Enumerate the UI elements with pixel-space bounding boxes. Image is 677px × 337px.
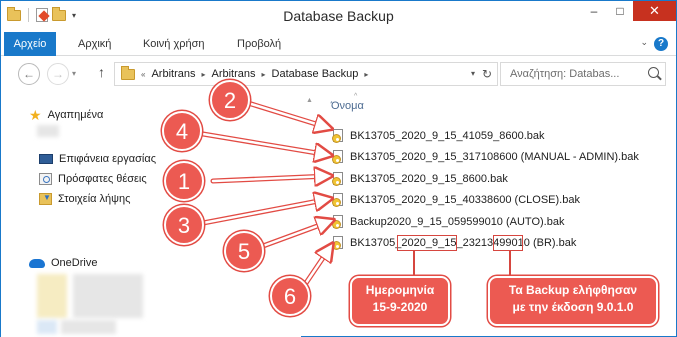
version-callout-line1: Τα Backup ελήφθησαν [508,283,638,297]
address-bar[interactable]: « Arbitrans ▸ Arbitrans ▸ Database Backu… [114,62,498,86]
address-history-icon[interactable]: ▾ [471,69,475,78]
step-badge-2: 2 [210,80,250,120]
step-badge-1: 1 [164,161,204,201]
backup-file-icon [331,172,345,186]
step-badge-6: 6 [270,276,310,316]
search-input[interactable]: Αναζήτηση: Databas... [500,62,666,86]
file-name: BK13705_2020_9_15_41059_8600.bak [350,130,545,142]
redacted-item [61,320,116,334]
back-button[interactable]: ← [18,63,40,85]
nav-desktop-label: Επιφάνεια εργασίας [59,153,157,165]
recent-locations-icon[interactable]: ▾ [72,69,76,78]
chevron-icon[interactable]: « [141,70,145,79]
tab-view[interactable]: Προβολή [237,32,281,56]
chevron-right-icon[interactable]: ▸ [262,70,266,79]
file-name: BK13705_2020_9_15_317108600 (MANUAL - AD… [350,151,639,163]
folder-icon [121,66,135,80]
explorer-window: ▾ Database Backup – □ ✕ Αρχείο Αρχική Κο… [0,0,677,337]
step-badge-3: 3 [164,205,204,245]
tab-home[interactable]: Αρχική [78,32,111,56]
window-title: Database Backup [283,8,394,24]
breadcrumb-item[interactable]: Database Backup [272,68,359,80]
minimize-button[interactable]: – [581,1,607,21]
sort-caret-icon: ^ [354,93,358,100]
forward-button[interactable]: → [47,63,69,85]
star-icon: ★ [29,107,42,123]
backup-file-icon [331,193,345,207]
nav-onedrive[interactable]: OneDrive [29,257,97,269]
desktop-icon [39,154,53,164]
date-callout-line1: Ημερομηνία [365,283,435,297]
file-row[interactable]: Backup2020_9_15_059599010 (AUTO).bak [331,213,564,231]
nav-desktop[interactable]: Επιφάνεια εργασίας [39,153,156,165]
close-button[interactable]: ✕ [633,1,676,21]
date-connector [413,251,415,276]
nav-recent-label: Πρόσφατες θέσεις [58,173,147,185]
backup-file-icon [331,129,345,143]
redacted-item [37,125,59,137]
title-bar: ▾ Database Backup – □ ✕ [1,1,676,32]
tab-share[interactable]: Κοινή χρήση [143,32,205,56]
date-callout-line2: 15-9-2020 [372,300,428,314]
version-highlight [493,235,523,251]
redacted-item [37,274,67,318]
chevron-right-icon[interactable]: ▸ [201,70,205,79]
nav-downloads[interactable]: Στοιχεία λήψης [39,193,130,205]
breadcrumb: « Arbitrans ▸ Arbitrans ▸ Database Backu… [141,68,374,80]
file-row[interactable]: BK13705_2020_9_15_41059_8600.bak [331,127,545,145]
navigation-pane: ★ Αγαπημένα Επιφάνεια εργασίας Πρόσφατες… [1,92,301,337]
nav-downloads-label: Στοιχεία λήψης [58,193,131,205]
downloads-icon [39,193,52,205]
date-highlight [397,235,457,251]
search-placeholder: Αναζήτηση: Databas... [510,68,620,80]
up-icon[interactable]: ↑ [98,64,105,80]
nav-favorites[interactable]: ★ Αγαπημένα [29,107,104,123]
file-name: BK13705_2020_9_15_8600.bak [350,173,508,185]
version-callout: Τα Backup ελήφθησαν με την έκδοση 9.0.1.… [488,276,658,326]
backup-file-icon [331,150,345,164]
backup-file-icon [331,236,345,250]
refresh-icon[interactable]: ↻ [482,67,492,81]
navigation-bar: ← → ▾ ↑ « Arbitrans ▸ Arbitrans ▸ Databa… [1,57,676,91]
breadcrumb-item[interactable]: Arbitrans [151,68,195,80]
chevron-right-icon[interactable]: ▸ [364,70,368,79]
version-callout-line2: με την έκδοση 9.0.1.0 [512,300,634,314]
help-icon[interactable]: ? [654,37,668,51]
nav-recent[interactable]: Πρόσφατες θέσεις [39,173,147,185]
nav-onedrive-label: OneDrive [51,257,98,269]
file-name-prefix: BK13705_ [350,237,402,249]
backup-file-icon [331,215,345,229]
file-name-suffix: (BR).bak [529,237,577,249]
maximize-button[interactable]: □ [607,1,633,21]
recent-places-icon [39,173,52,185]
column-header-name[interactable]: Όνομα [331,100,364,112]
window-controls: – □ ✕ [581,1,676,21]
onedrive-icon [29,258,45,268]
ribbon-tabs: Αρχείο Αρχική Κοινή χρήση Προβολή ⌄ ? [1,32,676,56]
redacted-item [73,274,143,318]
scroll-up-icon[interactable]: ▲ [306,97,313,104]
tab-file[interactable]: Αρχείο [4,32,56,56]
date-callout: Ημερομηνία 15-9-2020 [350,276,450,326]
search-icon[interactable] [648,67,659,78]
breadcrumb-item[interactable]: Arbitrans [212,68,256,80]
redacted-item [37,320,57,334]
expand-ribbon-icon[interactable]: ⌄ [640,37,648,48]
file-row[interactable]: BK13705_2020_9_15_8600.bak [331,170,508,188]
step-badge-5: 5 [224,231,264,271]
step-badge-4: 4 [162,111,202,151]
file-row[interactable]: BK13705_2020_9_15_40338600 (CLOSE).bak [331,191,580,209]
file-name: BK13705_2020_9_15_40338600 (CLOSE).bak [350,194,580,206]
file-name: Backup2020_9_15_059599010 (AUTO).bak [350,216,565,228]
file-name: BK13705_2020_9_15_23213499010 (BR).bak [350,237,576,249]
file-row[interactable]: BK13705_2020_9_15_317108600 (MANUAL - AD… [331,148,639,166]
nav-favorites-label: Αγαπημένα [47,109,104,121]
version-connector [509,251,511,276]
